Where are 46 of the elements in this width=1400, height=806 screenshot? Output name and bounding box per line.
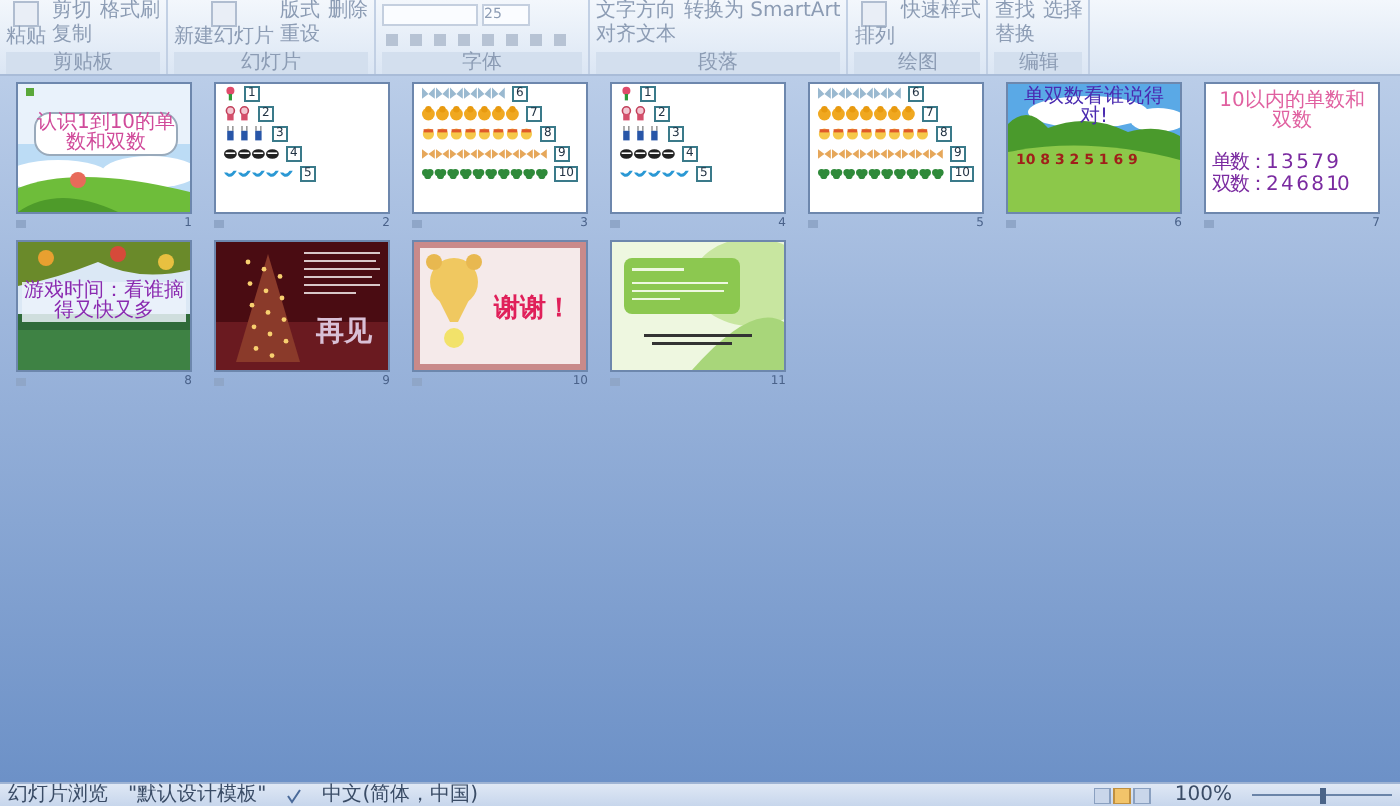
group-label: 绘图 — [854, 52, 981, 74]
group-label: 字体 — [382, 52, 582, 74]
slide-title: 再见 — [316, 314, 372, 350]
spellcheck-icon[interactable] — [286, 787, 303, 803]
slide-thumbnail[interactable]: 谢谢！ — [412, 240, 588, 372]
slide-thumbnail[interactable]: 10以内的单数和双数 单数：1 3 5 7 9 双数：2 4 6 8 10 — [1204, 82, 1380, 214]
ribbon-button[interactable]: 对齐文本 — [596, 24, 676, 48]
number-list: 双数：2 4 6 8 10 — [1212, 174, 1378, 196]
ribbon-button[interactable]: 查找 — [994, 0, 1035, 24]
zoom-level: 100% — [1174, 785, 1232, 805]
theme-label: "默认设计模板" — [128, 785, 267, 805]
slide-title: 谢谢！ — [494, 292, 572, 326]
ribbon-button[interactable]: 排列 — [854, 0, 895, 48]
ribbon-button[interactable]: 格式刷 — [100, 0, 160, 24]
language-label: 中文(简体，中国) — [322, 785, 479, 805]
document-icon[interactable] — [10, 0, 42, 28]
group-label: 编辑 — [994, 52, 1083, 74]
view-label: 幻灯片浏览 — [8, 785, 108, 805]
ribbon-button[interactable]: 转换为 SmartArt — [684, 0, 841, 24]
figures-drawing[interactable] — [620, 126, 662, 142]
group-label: 段落 — [596, 52, 841, 74]
ribbon-button[interactable]: 新建幻灯片 — [174, 0, 274, 48]
group-label: 幻灯片 — [174, 52, 368, 74]
ribbon-button[interactable]: 版式 — [280, 0, 320, 24]
figures-drawing[interactable] — [224, 126, 266, 142]
ribbon-button[interactable]: 删除 — [328, 0, 368, 24]
figures-drawing[interactable] — [224, 146, 280, 162]
slide-thumbnail[interactable]: 认识1到10的单数和双数 — [16, 82, 192, 214]
font-name-field[interactable] — [382, 4, 478, 26]
ribbon-button[interactable]: 复制 — [52, 24, 92, 48]
slide-thumbnail[interactable]: 再见 — [214, 240, 390, 372]
ribbon-button[interactable]: 快速样式 — [900, 0, 981, 24]
ribbon-button[interactable]: 粘贴 — [6, 0, 46, 48]
ribbon-button[interactable]: 重设 — [280, 24, 320, 48]
number-list: 单数：1 3 5 7 9 — [1212, 152, 1378, 174]
figures-drawing[interactable] — [620, 146, 676, 162]
view-buttons-icon[interactable] — [1094, 787, 1155, 803]
slide-title: 10以内的单数和双数 — [1217, 92, 1367, 132]
slide-thumbnail[interactable]: 游戏时间：看谁摘得又快又多 — [16, 240, 192, 372]
ribbon-button[interactable]: 替换 — [994, 24, 1035, 48]
group-label: 剪贴板 — [6, 52, 160, 74]
ribbon-button[interactable]: 选择 — [1042, 0, 1083, 24]
text-lines-drawing[interactable] — [304, 250, 380, 298]
document-icon[interactable] — [858, 0, 891, 28]
document-icon[interactable] — [208, 0, 240, 28]
slide-title: 游戏时间：看谁摘得又快又多 — [22, 282, 186, 322]
